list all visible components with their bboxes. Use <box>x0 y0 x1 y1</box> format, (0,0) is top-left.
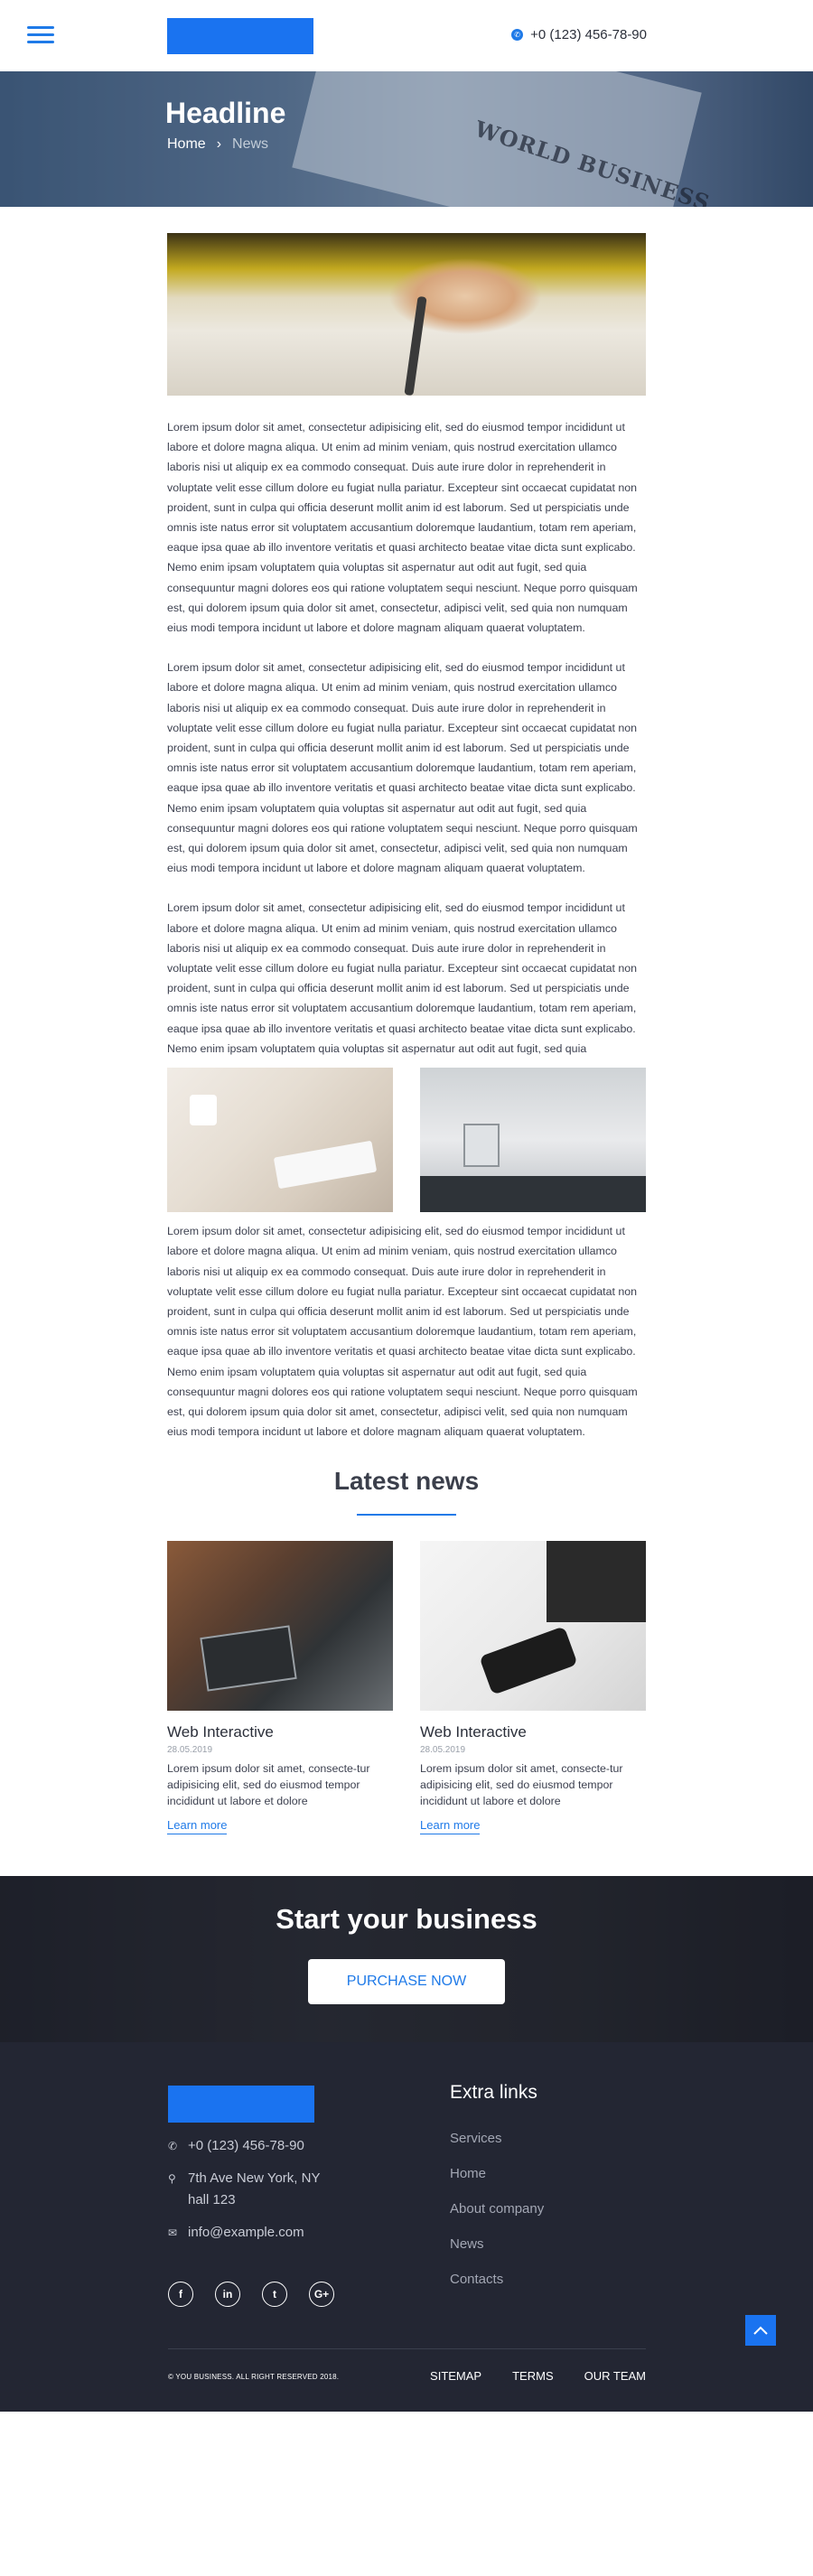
footer-address: ⚲ 7th Ave New York, NY hall 123 <box>168 2168 394 2211</box>
footer-logo[interactable] <box>168 2086 314 2123</box>
footer-link-home[interactable]: Home <box>450 2166 544 2181</box>
news-card: Web Interactive 28.05.2019 Lorem ipsum d… <box>420 1541 646 1835</box>
article-image-pair <box>167 1068 646 1213</box>
news-card: Web Interactive 28.05.2019 Lorem ipsum d… <box>167 1541 393 1835</box>
chevron-right-icon: › <box>216 136 222 152</box>
footer-link-services[interactable]: Services <box>450 2131 544 2146</box>
news-card-text: Lorem ipsum dolor sit amet, consecte-tur… <box>420 1762 623 1808</box>
footer-link-contacts[interactable]: Contacts <box>450 2272 544 2287</box>
news-card-title[interactable]: Web Interactive <box>420 1723 646 1741</box>
article-paragraph: Lorem ipsum dolor sit amet, consectetur … <box>167 901 638 1055</box>
header-phone[interactable]: ✆ +0 (123) 456-78-90 <box>511 27 647 42</box>
article-paragraph: Lorem ipsum dolor sit amet, consectetur … <box>167 661 638 875</box>
footer-divider <box>168 2348 646 2350</box>
workspace-image-2 <box>420 1068 646 1213</box>
footer-phone-text: +0 (123) 456-78-90 <box>188 2138 304 2154</box>
footer-contacts: ✆ +0 (123) 456-78-90 ⚲ 7th Ave New York,… <box>168 2135 394 2244</box>
location-icon: ⚲ <box>168 2172 176 2186</box>
footer-bottom-links: SITEMAP TERMS OUR TEAM <box>430 2369 646 2383</box>
our-team-link[interactable]: OUR TEAM <box>584 2369 646 2383</box>
laptop-graphic <box>547 1541 646 1623</box>
linkedin-icon[interactable]: in <box>215 2282 240 2308</box>
phone-icon: ✆ <box>168 2140 178 2153</box>
menu-icon[interactable] <box>27 26 54 44</box>
cta-title: Start your business <box>276 1903 537 1936</box>
footer-email[interactable]: ✉ info@example.com <box>168 2222 394 2244</box>
breadcrumb: Home › News <box>167 136 268 153</box>
breadcrumb-home[interactable]: Home <box>167 136 206 153</box>
breadcrumb-current: News <box>232 136 269 152</box>
footer-link-news[interactable]: News <box>450 2236 544 2252</box>
news-card-image[interactable] <box>167 1541 393 1712</box>
footer-link-about[interactable]: About company <box>450 2201 544 2217</box>
article-paragraph: Lorem ipsum dolor sit amet, consectetur … <box>167 421 638 635</box>
terms-link[interactable]: TERMS <box>512 2369 554 2383</box>
article-paragraph: Lorem ipsum dolor sit amet, consectetur … <box>167 1225 638 1439</box>
pen-graphic <box>404 295 427 396</box>
hero-banner: WORLD BUSINESS Headline Home › News <box>0 71 813 207</box>
article: Lorem ipsum dolor sit amet, consectetur … <box>167 233 646 1835</box>
keyboard-graphic <box>273 1140 378 1190</box>
laptop-graphic <box>200 1625 297 1692</box>
article-main-image <box>167 233 646 396</box>
workspace-image-1 <box>167 1068 393 1213</box>
top-header: ✆ +0 (123) 456-78-90 <box>0 0 813 71</box>
phone-icon: ✆ <box>511 29 524 41</box>
news-card-date: 28.05.2019 <box>420 1745 466 1756</box>
mug-graphic <box>190 1095 217 1126</box>
page-title: Headline <box>165 97 286 129</box>
purchase-button[interactable]: PURCHASE NOW <box>308 1959 505 2005</box>
footer-phone[interactable]: ✆ +0 (123) 456-78-90 <box>168 2135 394 2157</box>
news-cards: Web Interactive 28.05.2019 Lorem ipsum d… <box>167 1541 646 1835</box>
latest-news-title: Latest news <box>333 1467 480 1496</box>
footer-address-text: 7th Ave New York, NY hall 123 <box>188 2170 321 2208</box>
learn-more-link[interactable]: Learn more <box>420 1818 481 1835</box>
news-card-date: 28.05.2019 <box>167 1745 213 1756</box>
sitemap-link[interactable]: SITEMAP <box>430 2369 481 2383</box>
news-card-image[interactable] <box>420 1541 646 1712</box>
footer: ✆ +0 (123) 456-78-90 ⚲ 7th Ave New York,… <box>0 2042 813 2413</box>
news-card-text: Lorem ipsum dolor sit amet, consecte-tur… <box>167 1762 370 1808</box>
arrow-up-icon[interactable] <box>745 2315 776 2347</box>
extra-links: Extra links Services Home About company … <box>450 2082 544 2307</box>
header-phone-number: +0 (123) 456-78-90 <box>530 27 647 42</box>
extra-links-title: Extra links <box>450 2082 537 2104</box>
phone-graphic <box>479 1626 578 1696</box>
monitor-graphic <box>463 1124 500 1168</box>
learn-more-link[interactable]: Learn more <box>167 1818 228 1835</box>
google-plus-icon[interactable]: G+ <box>309 2282 334 2308</box>
copyright: © YOU BUSINESS. ALL RIGHT RESERVED 2018. <box>168 2373 340 2382</box>
footer-email-text: info@example.com <box>188 2225 304 2241</box>
twitter-icon[interactable]: t <box>262 2282 287 2308</box>
mail-icon: ✉ <box>168 2226 178 2240</box>
desk-graphic <box>420 1176 646 1213</box>
logo[interactable] <box>167 18 313 54</box>
facebook-icon[interactable]: f <box>168 2282 193 2308</box>
cta-banner: Start your business PURCHASE NOW <box>0 1876 813 2043</box>
social-links: f in t G+ <box>168 2282 334 2308</box>
news-card-title[interactable]: Web Interactive <box>167 1723 393 1741</box>
title-underline <box>357 1514 456 1517</box>
